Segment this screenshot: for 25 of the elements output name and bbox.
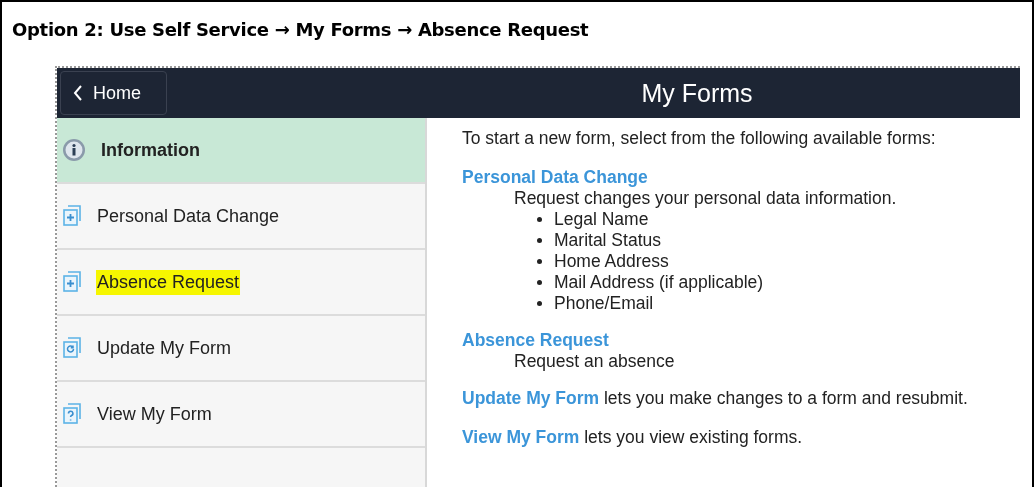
item-label: Information — [100, 138, 201, 162]
bullet-item: Phone/Email — [537, 293, 1020, 314]
form-sentence: Update My Form lets you make changes to a form and resubmit. — [462, 388, 969, 409]
page-title: My Forms — [641, 78, 753, 108]
help-document-icon — [62, 403, 82, 425]
sidebar-item[interactable]: Information — [57, 118, 425, 184]
bullet-item: Home Address — [537, 251, 1020, 272]
bullet-item: Marital Status — [537, 230, 1020, 251]
item-label: Update My Form — [96, 336, 233, 360]
item-label: Personal Data Change — [96, 204, 281, 228]
instruction-caption: Option 2: Use Self Service → My Forms → Absence Request — [11, 18, 590, 42]
refresh-document-icon — [62, 337, 82, 359]
info-icon — [62, 138, 86, 162]
item-label: View My Form — [96, 402, 213, 426]
form-description: Request changes your personal data information. — [513, 188, 898, 209]
highlighted-label: Absence Request — [96, 269, 241, 295]
add-document-icon — [62, 271, 82, 293]
form-sentence: View My Form lets you view existing forms. — [462, 427, 804, 448]
form-description: Request an absence — [513, 351, 676, 372]
intro-text: To start a new form, select from the following available forms: — [462, 128, 937, 149]
add-document-icon — [62, 205, 82, 227]
bullet-item: Mail Address (if applicable) — [537, 272, 1020, 293]
back-chevron-icon — [73, 85, 83, 101]
home-button[interactable]: Home — [60, 71, 167, 115]
bullet-item: Legal Name — [537, 209, 1020, 230]
